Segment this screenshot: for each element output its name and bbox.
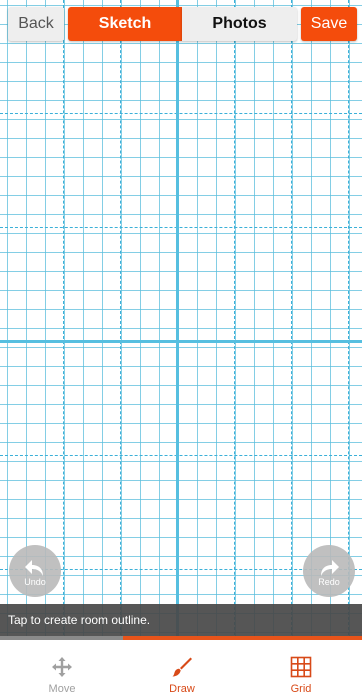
nav-item-move[interactable]: Move bbox=[22, 640, 102, 698]
save-button[interactable]: Save bbox=[301, 7, 357, 41]
redo-button[interactable]: Redo bbox=[303, 545, 355, 597]
undo-button[interactable]: Undo bbox=[9, 545, 61, 597]
hint-banner: Tap to create room outline. bbox=[0, 604, 362, 636]
grid-major-line bbox=[63, 0, 64, 640]
grid-horizontal-axis bbox=[0, 340, 362, 343]
grid-major-line bbox=[348, 0, 349, 640]
brush-icon bbox=[172, 657, 192, 677]
hint-text: Tap to create room outline. bbox=[8, 613, 151, 627]
nav-label-grid: Grid bbox=[290, 683, 312, 695]
redo-icon bbox=[321, 560, 339, 576]
nav-item-draw[interactable]: Draw bbox=[142, 640, 222, 698]
grid-major-line bbox=[0, 113, 362, 114]
undo-icon bbox=[25, 560, 43, 576]
grid-major-line bbox=[120, 0, 121, 640]
nav-label-move: Move bbox=[48, 683, 76, 695]
sketch-grid-canvas[interactable] bbox=[0, 0, 362, 640]
move-icon bbox=[52, 657, 72, 677]
bottom-navigation: Move Draw Grid bbox=[0, 640, 362, 698]
grid-major-line bbox=[291, 0, 292, 640]
undo-label: Undo bbox=[24, 577, 46, 587]
grid-icon bbox=[290, 656, 312, 678]
grid-major-line bbox=[0, 455, 362, 456]
nav-item-grid[interactable]: Grid bbox=[261, 640, 341, 698]
redo-label: Redo bbox=[318, 577, 340, 587]
tab-sketch[interactable]: Sketch bbox=[68, 7, 182, 41]
back-button[interactable]: Back bbox=[8, 7, 64, 41]
grid-major-line bbox=[234, 0, 235, 640]
grid-vertical-axis bbox=[176, 0, 179, 640]
nav-label-draw: Draw bbox=[169, 683, 195, 695]
tab-photos[interactable]: Photos bbox=[182, 7, 297, 41]
grid-major-line bbox=[0, 227, 362, 228]
